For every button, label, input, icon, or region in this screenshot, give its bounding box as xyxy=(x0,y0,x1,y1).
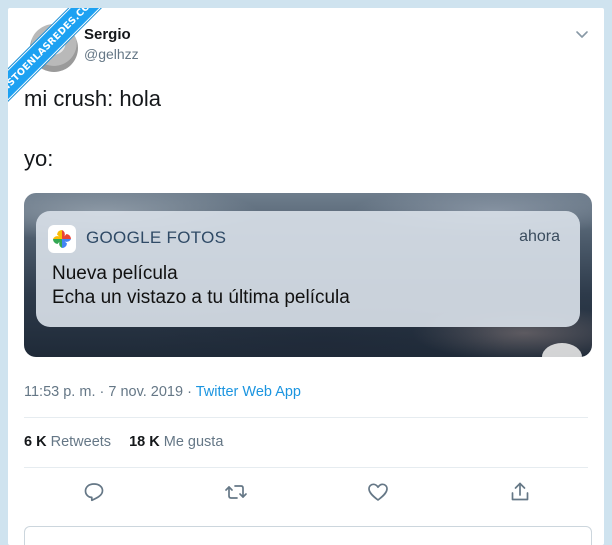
reply-icon[interactable] xyxy=(82,480,106,504)
notification-title: Nueva película xyxy=(52,263,178,284)
notification-card: GOOGLE FOTOS ahora Nueva película Echa u… xyxy=(36,211,580,327)
tweet-line-2: yo: xyxy=(24,146,54,171)
tweet-source-link[interactable]: Twitter Web App xyxy=(196,384,301,400)
notification-body: Echa un vistazo a tu última película xyxy=(52,287,350,308)
heart-icon[interactable] xyxy=(366,480,390,504)
retweets-count: 6 K xyxy=(24,434,47,450)
retweet-icon[interactable] xyxy=(224,480,248,504)
tweet-timestamp[interactable]: 11:53 p. m. · 7 nov. 2019 · xyxy=(24,384,196,400)
watermark-text: VISTOENLASREDES.COM xyxy=(8,8,113,110)
tweet-media[interactable]: GOOGLE FOTOS ahora Nueva película Echa u… xyxy=(24,193,592,357)
tweet-actions xyxy=(8,480,604,506)
retweets-label: Retweets xyxy=(50,434,112,450)
reply-box[interactable] xyxy=(24,526,592,545)
chevron-down-icon[interactable] xyxy=(574,26,590,42)
tweet-meta: 11:53 p. m. · 7 nov. 2019 · Twitter Web … xyxy=(24,384,301,400)
retweets-stat[interactable]: 6 K Retweets xyxy=(24,434,111,450)
tweet-stats: 6 K Retweets 18 K Me gusta xyxy=(24,434,223,450)
divider xyxy=(24,417,588,418)
notification-time: ahora xyxy=(519,228,560,245)
divider xyxy=(24,467,588,468)
tweet-card: VISTOENLASREDES.COM Sergio @gelhzz mi cr… xyxy=(8,8,604,545)
likes-stat[interactable]: 18 K Me gusta xyxy=(129,434,223,450)
likes-count: 18 K xyxy=(129,434,160,450)
watermark-ribbon: VISTOENLASREDES.COM xyxy=(8,8,118,118)
likes-label: Me gusta xyxy=(163,434,224,450)
google-photos-icon xyxy=(48,225,76,253)
share-icon[interactable] xyxy=(508,480,532,504)
notification-app-name: GOOGLE FOTOS xyxy=(86,228,227,247)
